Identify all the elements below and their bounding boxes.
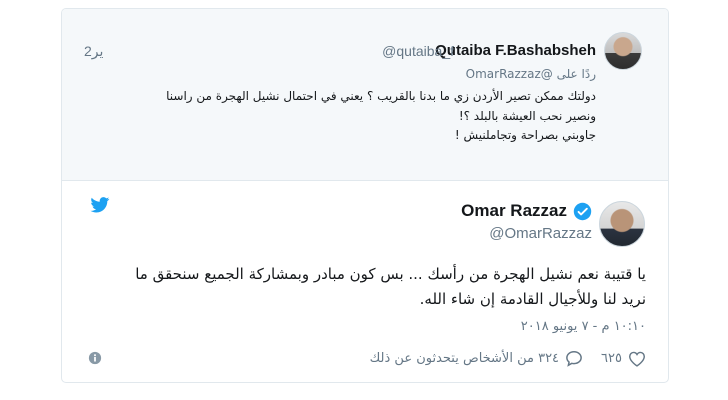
main-author-avatar[interactable] — [599, 201, 645, 247]
main-tweet-text: يا قتيبة نعم نشيل الهجرة من رأسك ... بس … — [76, 262, 646, 312]
parent-text-line: جاوبني بصراحة وتجاملنيش ! — [454, 128, 596, 142]
replying-to-mention[interactable]: @OmarRazzaz — [466, 67, 553, 81]
parent-tweet[interactable]: Qutaiba F.Bashabsheh @qutaiba_f 2یر ردًا… — [62, 9, 668, 181]
main-author-name[interactable]: Omar Razzaz — [461, 201, 567, 221]
main-author-handle[interactable]: @OmarRazzaz — [489, 225, 592, 242]
embedded-tweet-card: Qutaiba F.Bashabsheh @qutaiba_f 2یر ردًا… — [61, 8, 669, 383]
parent-tweet-time[interactable]: 2یر — [84, 43, 103, 60]
parent-author-handle[interactable]: @qutaiba_f — [382, 43, 454, 59]
parent-author-avatar[interactable] — [604, 32, 642, 70]
twitter-bird-icon[interactable] — [90, 197, 110, 213]
main-text-line: نريد لنا وللأجيال القادمة إن شاء الله. — [419, 290, 646, 308]
parent-text-line: ونصير نحب العيشة بالبلد ؟! — [458, 108, 596, 123]
replying-to-line: ردًا على @OmarRazzaz — [466, 67, 596, 81]
parent-tweet-text: دولتك ممكن تصير الأردن زي ما بدنا بالقري… — [86, 87, 596, 146]
reply-bubble-icon[interactable] — [565, 350, 583, 367]
parent-author-name[interactable]: Qutaiba F.Bashabsheh — [435, 42, 596, 59]
info-icon[interactable] — [88, 351, 102, 365]
parent-text-line: دولتك ممكن تصير الأردن زي ما بدنا بالقري… — [166, 89, 596, 103]
tweet-actions: ٦٢٥ ٣٢٤ من الأشخاص يتحدثون عن ذلك — [370, 350, 646, 367]
main-tweet-timestamp[interactable]: ١٠:١٠ م - ٧ يونيو ٢٠١٨ — [521, 319, 646, 334]
main-text-line: يا قتيبة نعم نشيل الهجرة من رأسك ... بس … — [135, 265, 646, 283]
conversation-count-text[interactable]: ٣٢٤ من الأشخاص يتحدثون عن ذلك — [370, 351, 559, 366]
verified-badge-icon — [573, 202, 592, 220]
main-author-name-row[interactable]: Omar Razzaz — [461, 201, 592, 221]
heart-icon[interactable] — [628, 351, 646, 367]
likes-count[interactable]: ٦٢٥ — [601, 351, 622, 366]
replying-prefix: ردًا على — [556, 67, 596, 81]
